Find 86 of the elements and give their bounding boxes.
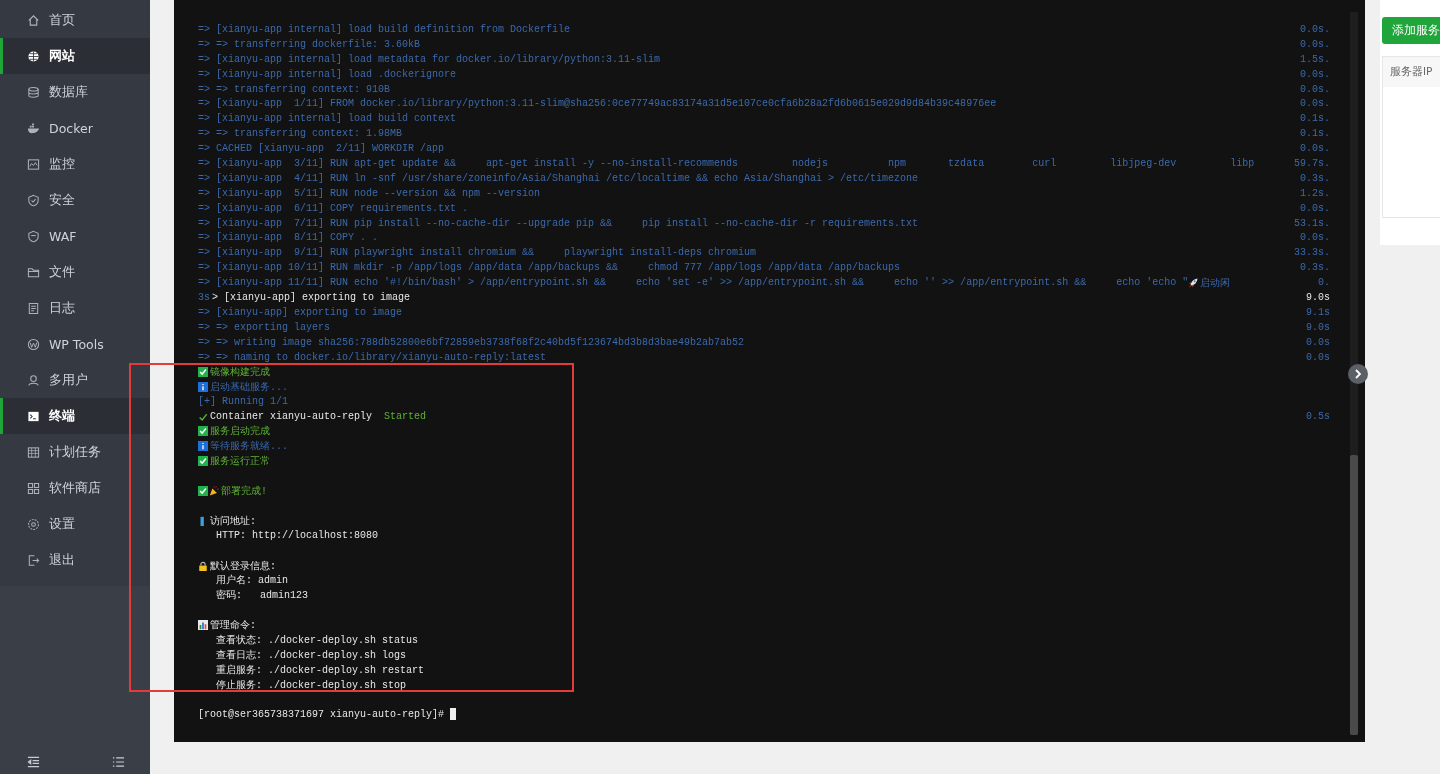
terminal-text: [+] Running 1/1 [198,396,288,408]
terminal-text: 访问地址: [210,514,256,528]
terminal-text: => [xianyu-app 3/11] RUN apt-get update && apt-get install -y --no-install-recommends nodejs npm tzdata curl libjpeg-dev libp [198,157,1255,169]
terminal-text: => [xianyu-app 9/11] RUN playwright install chromium && playwright install-deps chromium [198,247,757,259]
terminal-text: => [xianyu-app internal] load .dockerignore [198,68,457,80]
terminal-text: => [xianyu-app 6/11] COPY requirements.txt . [198,202,469,214]
terminal-text: 启动基础服务... [210,380,288,394]
duration-text: 1.5s. [1300,53,1330,65]
sidebar-item[interactable]: 监控 [0,146,150,182]
duration-text: 9.1s [1306,306,1330,318]
sidebar-item[interactable]: WP Tools [0,326,150,362]
duration-text: 0.3s. [1300,172,1330,184]
terminal-text: => => transferring context: 910B [198,83,391,95]
terminal-text: 停止服务: ./docker-deploy.sh stop [216,678,407,692]
terminal-text: 默认登录信息: [210,559,276,573]
terminal-text: => [xianyu-app 10/11] RUN mkdir -p /app/logs /app/data /app/backups && chmod 777 /app/logs /app/data /app/backups [198,262,901,274]
terminal-text: 查看日志: ./docker-deploy.sh logs [216,648,407,662]
duration-text: 0.0s. [1300,143,1330,155]
terminal-text: 用户名: admin [216,573,288,588]
terminal-text: => => transferring context: 1.98MB [198,128,403,140]
duration-text: 9.0s [1306,321,1330,333]
duration-text: 0.3s. [1300,262,1330,274]
duration-text: 0.1s. [1300,113,1330,125]
duration-text: 0.0s [1306,336,1330,348]
terminal-text: Started [384,411,427,423]
duration-text: 0.0s. [1300,23,1330,35]
sidebar-item[interactable]: 软件商店 [0,470,150,506]
sidebar-item[interactable]: 退出 [0,542,150,578]
terminal-text: 查看状态: ./docker-deploy.sh status [216,633,419,647]
sidebar-item[interactable]: 安全 [0,182,150,218]
duration-text: 0.0s. [1300,83,1330,95]
terminal-text: => => transferring dockerfile: 3.60kB [198,38,421,50]
terminal-text: 启动闲 [1200,276,1231,290]
sidebar-item[interactable]: 多用户 [0,362,150,398]
duration-text: 0.5s [1306,411,1330,423]
duration-text: 1.2s. [1300,187,1330,199]
terminal-text: => [xianyu-app 11/11] RUN echo '#!/bin/bash' > /app/entrypoint.sh && echo 'set -e' >> /app/entrypoint.sh && echo '' >> /app/entrypoint.sh && echo 'echo " [198,277,1189,289]
terminal-text: 服务运行正常 [210,454,270,469]
duration-text: 0.0s. [1300,38,1330,50]
terminal-text: 镜像构建完成 [210,365,270,379]
terminal-text: => [xianyu-app internal] load build context [198,113,457,125]
terminal-text: => [xianyu-app 8/11] COPY . . [198,232,379,244]
sidebar-item[interactable]: 日志 [0,290,150,326]
duration-text: 0.0s. [1300,232,1330,244]
sidebar-item[interactable]: 设置 [0,506,150,542]
terminal-text: [root@ser365738371697 xianyu-auto-reply]# [198,708,445,720]
sidebar-item[interactable]: 首页 [0,2,150,38]
duration-text: 59.7s. [1294,157,1330,169]
terminal-text: => CACHED [xianyu-app 2/11] WORKDIR /app [198,143,445,155]
terminal-text: Container xianyu-auto-reply [210,411,373,423]
terminal-text: => [xianyu-app 1/11] FROM docker.io/library/python:3.11-slim@sha256:0ce77749ac83174a31d5e107ce0cfa6b28a2fd6b0615e029d9d84b39c48976ee [198,98,997,110]
terminal-text: => [xianyu-app 5/11] RUN node --version && npm --version [198,187,541,199]
column-header: 服务器IP [1390,65,1433,79]
terminal-text: => [xianyu-app 7/11] RUN pip install --no-cache-dir --upgrade pip && pip install --no-cache-dir -r requirements.txt [198,217,919,229]
duration-text: 33.3s. [1294,247,1330,259]
sidebar-item[interactable]: WAF [0,218,150,254]
terminal-text: > [xianyu-app] exporting to image [212,291,411,303]
duration-text: 0. [1318,277,1330,289]
sidebar-item[interactable]: Docker [0,110,150,146]
duration-text: 0.0s. [1300,202,1330,214]
terminal-text: => [xianyu-app 4/11] RUN ln -snf /usr/share/zoneinfo/Asia/Shanghai /etc/localtime && echo Asia/Shanghai > /etc/timezone [198,172,919,184]
sidebar-item[interactable]: 数据库 [0,74,150,110]
terminal-text: HTTP: http://localhost:8080 [216,530,379,542]
terminal-text: => [xianyu-app internal] load metadata for docker.io/library/python:3.11-slim [198,53,661,65]
duration-text: 0.0s. [1300,68,1330,80]
terminal-text: 等待服务就绪... [210,439,288,454]
terminal-text: 部署完成! [221,484,267,499]
duration-text: 0.1s. [1300,128,1330,140]
terminal-text: => => exporting layers [198,321,331,333]
terminal-text: => => naming to docker.io/library/xianyu-auto-reply:latest [198,351,547,363]
sidebar-item[interactable]: 网站 [0,38,150,74]
terminal-text: 管理命令: [210,619,256,633]
terminal-text: 重启服务: ./docker-deploy.sh restart [216,663,425,677]
duration-text: 0.0s. [1300,98,1330,110]
terminal-text: => [xianyu-app internal] load build definition from Dockerfile [198,23,571,35]
duration-text: 53.1s. [1294,217,1330,229]
terminal-text: 3s [198,291,210,303]
sidebar-item[interactable]: 计划任务 [0,434,150,470]
sidebar-item[interactable]: 文件 [0,254,150,290]
duration-text: 0.0s [1306,351,1330,363]
terminal-text: => [xianyu-app] exporting to image [198,306,403,318]
duration-text: 9.0s [1306,291,1330,303]
terminal-text: 密码: admin123 [216,588,308,603]
sidebar-item[interactable]: 终端 [0,398,150,434]
terminal-text: 服务启动完成 [210,424,270,439]
terminal-text: => => writing image sha256:788db52800e6bf72859eb3738f68f2c40bd5f123674bd3b8d3bae49b2ab7ab52 [198,336,745,348]
